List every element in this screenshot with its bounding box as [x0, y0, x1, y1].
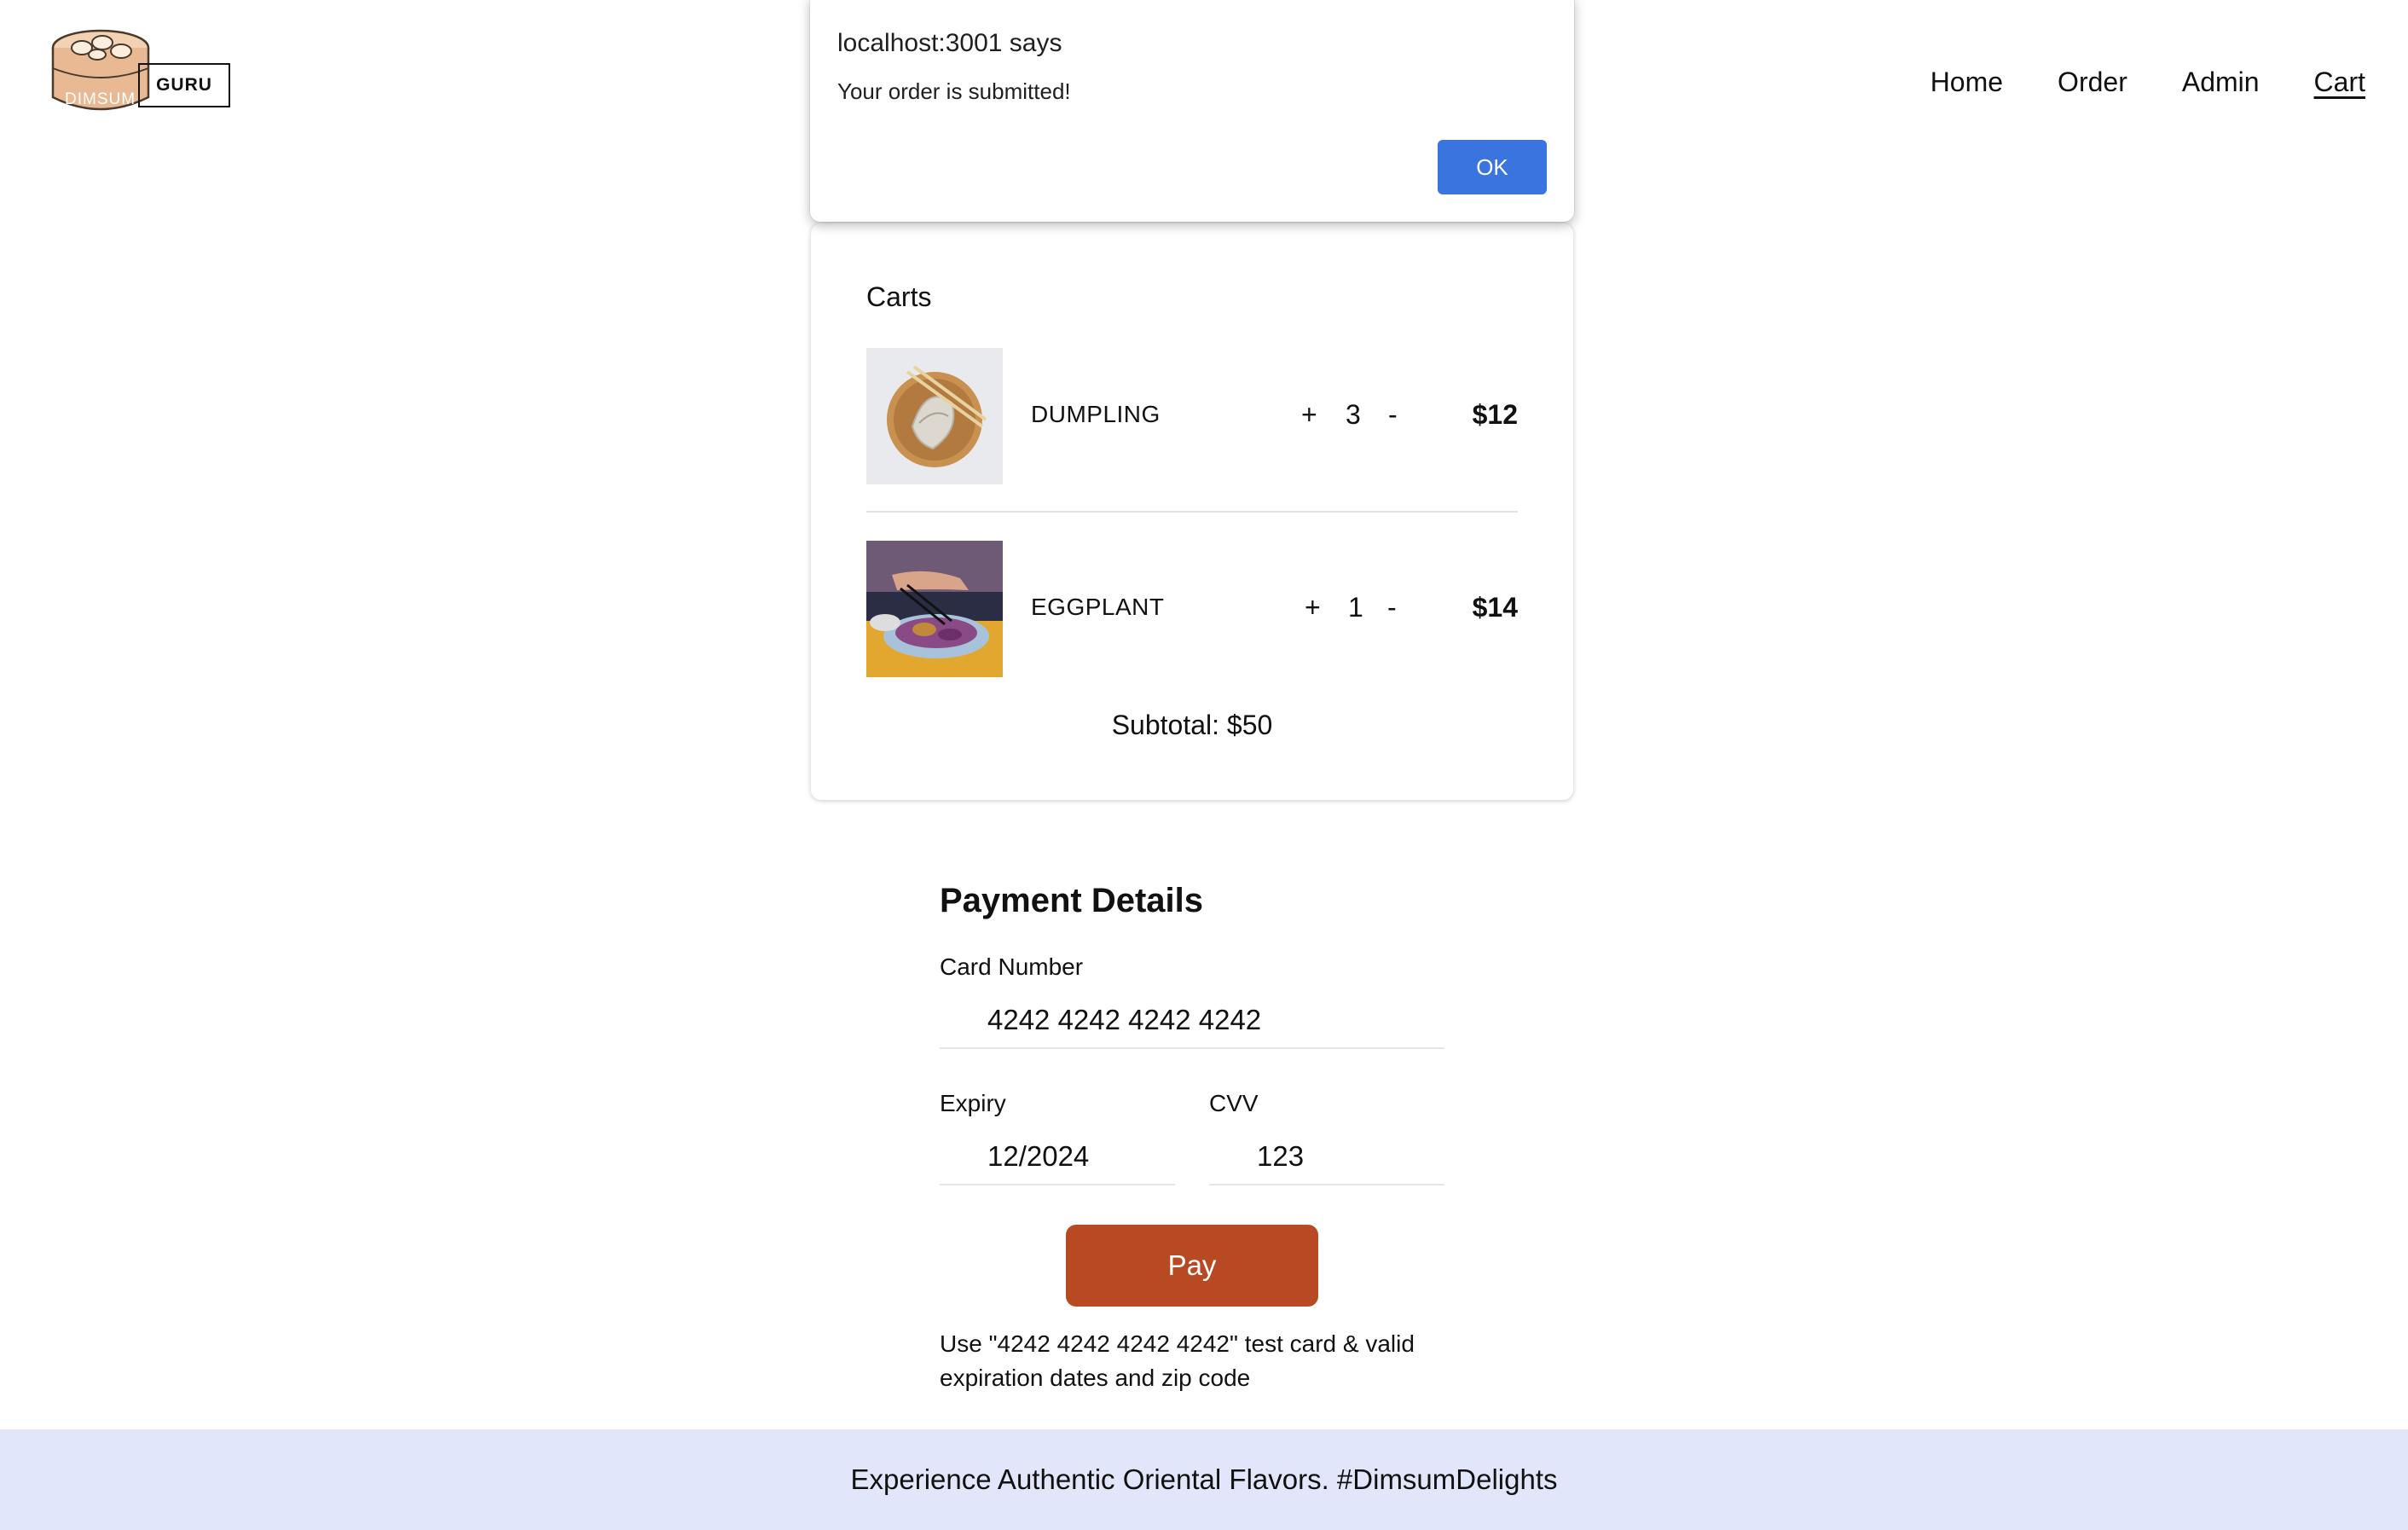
nav-order[interactable]: Order	[2058, 67, 2127, 98]
cart-item: DUMPLING + 3 - $12	[866, 348, 1518, 484]
decrement-button[interactable]: -	[1387, 592, 1397, 623]
payment-title: Payment Details	[940, 882, 1204, 919]
dialog-message: Your order is submitted!	[837, 78, 1071, 104]
pay-button[interactable]: Pay	[1066, 1225, 1318, 1307]
cart-title: Carts	[866, 281, 932, 312]
dumpling-plate-image	[866, 348, 1003, 484]
ok-button[interactable]: OK	[1438, 140, 1547, 194]
card-number-field[interactable]	[940, 993, 1444, 1049]
item-price: $12	[1472, 399, 1518, 430]
dialog-title: localhost:3001 says	[837, 29, 1062, 57]
nav-admin[interactable]: Admin	[2182, 67, 2260, 98]
item-quantity: 3	[1346, 399, 1361, 430]
footer: Experience Authentic Oriental Flavors. #…	[0, 1429, 2408, 1530]
logo[interactable]: DIMSUM GURU	[49, 26, 237, 119]
cvv-field[interactable]	[1209, 1129, 1444, 1185]
test-card-hint: Use "4242 4242 4242 4242" test card & va…	[940, 1330, 1415, 1391]
item-name: EGGPLANT	[1031, 594, 1165, 620]
item-name: DUMPLING	[1031, 401, 1161, 427]
increment-button[interactable]: +	[1305, 592, 1321, 623]
expiry-label: Expiry	[940, 1090, 1006, 1116]
alert-dialog: localhost:3001 says Your order is submit…	[810, 0, 1574, 222]
card-number-label: Card Number	[940, 953, 1084, 980]
footer-tagline: Experience Authentic Oriental Flavors. #…	[850, 1463, 1558, 1495]
logo-dimsum-text: DIMSUM	[65, 90, 136, 108]
expiry-field[interactable]	[940, 1129, 1175, 1185]
main-nav: Home Order Admin Cart	[1930, 67, 2365, 98]
item-quantity: 1	[1348, 592, 1363, 623]
cart-item: EGGPLANT + 1 - $14	[866, 541, 1518, 677]
nav-home[interactable]: Home	[1930, 67, 2003, 98]
decrement-button[interactable]: -	[1388, 399, 1398, 431]
item-price: $14	[1472, 592, 1518, 623]
divider	[866, 511, 1518, 513]
cvv-label: CVV	[1209, 1090, 1259, 1116]
eggplant-dish-image	[866, 541, 1003, 677]
subtotal: Subtotal: $50	[1111, 710, 1273, 740]
nav-cart[interactable]: Cart	[2314, 67, 2365, 98]
increment-button[interactable]: +	[1301, 399, 1317, 431]
logo-badge: GURU	[138, 63, 230, 107]
cart-card: Carts DUMPLING + 3 - $12 EGGPLANT + 1 - …	[811, 223, 1573, 800]
